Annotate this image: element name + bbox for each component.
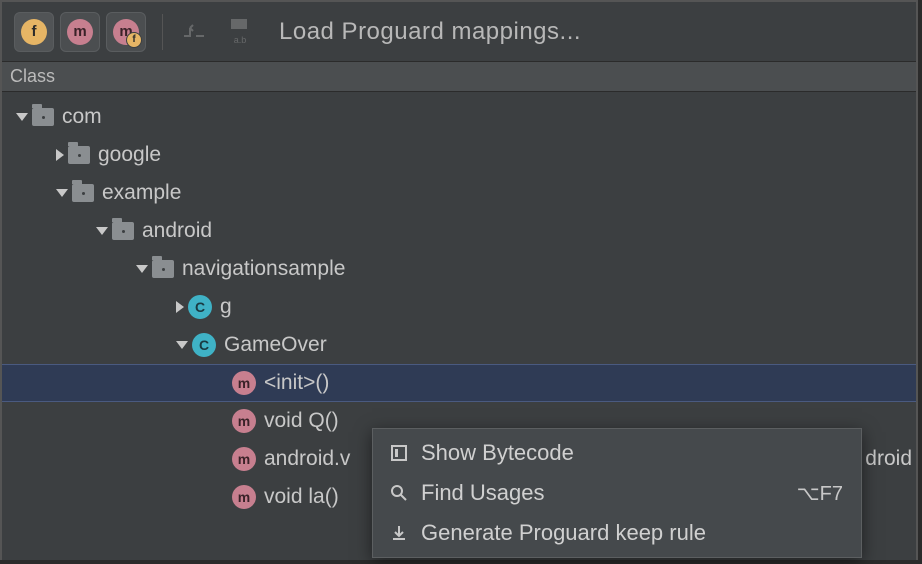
field-overlay-icon: f (126, 32, 142, 48)
context-menu-label: Find Usages (421, 480, 545, 506)
context-menu-shortcut: ⌥F7 (797, 481, 843, 506)
load-proguard-mappings-button[interactable]: Load Proguard mappings... (279, 18, 581, 46)
column-header: Class (2, 62, 916, 92)
toolbar-show-methods-button[interactable]: m (60, 12, 100, 52)
chevron-down-icon[interactable] (176, 341, 188, 349)
tree-node-package[interactable]: example (2, 174, 916, 212)
toolbar-separator (162, 14, 163, 50)
tree-node-label: android (142, 219, 212, 243)
chevron-down-icon[interactable] (136, 265, 148, 273)
download-icon (389, 523, 409, 543)
tree-node-method[interactable]: m <init>() (2, 364, 916, 402)
tree-node-label: android.v (264, 447, 350, 471)
method-icon: m (232, 485, 256, 509)
tree-node-package[interactable]: navigationsample (2, 250, 916, 288)
toolbar-deobfuscate-icon[interactable]: a.b (225, 17, 255, 47)
chevron-none (216, 453, 228, 465)
tree-node-label: <init>() (264, 371, 329, 395)
tree-node-label: navigationsample (182, 257, 345, 281)
tree-node-class[interactable]: C g (2, 288, 916, 326)
toolbar-show-referenced-button[interactable]: m f (106, 12, 146, 52)
context-menu-show-bytecode[interactable]: Show Bytecode (373, 433, 861, 473)
method-icon: m (232, 409, 256, 433)
context-menu-label: Show Bytecode (421, 440, 574, 466)
package-icon (152, 260, 174, 278)
class-icon: C (192, 333, 216, 357)
tree-node-label: example (102, 181, 181, 205)
column-header-class: Class (10, 66, 55, 87)
context-menu-find-usages[interactable]: Find Usages ⌥F7 (373, 473, 861, 513)
chevron-down-icon[interactable] (96, 227, 108, 235)
tree-node-package[interactable]: google (2, 136, 916, 174)
toolbar: f m m f a.b Load Proguard mappings... (2, 2, 916, 62)
field-icon: f (21, 19, 47, 45)
package-icon (32, 108, 54, 126)
chevron-right-icon[interactable] (56, 149, 64, 161)
chevron-none (216, 377, 228, 389)
context-menu-label: Generate Proguard keep rule (421, 520, 706, 546)
tree-node-label: void Q() (264, 409, 339, 433)
toolbar-package-tree-icon[interactable] (179, 17, 209, 47)
chevron-none (216, 491, 228, 503)
context-menu-generate-keep-rule[interactable]: Generate Proguard keep rule (373, 513, 861, 553)
tree-node-label: GameOver (224, 333, 327, 357)
tree-node-label: com (62, 105, 102, 129)
method-icon: m (232, 447, 256, 471)
tree-node-label-clipped: droid (865, 447, 912, 471)
class-icon: C (188, 295, 212, 319)
chevron-down-icon[interactable] (16, 113, 28, 121)
method-icon: m (67, 19, 93, 45)
tree-node-label: void la() (264, 485, 339, 509)
bytecode-icon (389, 443, 409, 463)
chevron-none (216, 415, 228, 427)
package-icon (112, 222, 134, 240)
tree-node-class[interactable]: C GameOver (2, 326, 916, 364)
chevron-right-icon[interactable] (176, 301, 184, 313)
chevron-down-icon[interactable] (56, 189, 68, 197)
tree-node-package[interactable]: com (2, 98, 916, 136)
search-icon (389, 483, 409, 503)
method-icon: m (232, 371, 256, 395)
toolbar-show-fields-button[interactable]: f (14, 12, 54, 52)
package-icon (72, 184, 94, 202)
apk-analyzer-panel: f m m f a.b Load Proguard mappings... Cl… (0, 0, 918, 560)
tree-node-label: g (220, 295, 232, 319)
context-menu: Show Bytecode Find Usages ⌥F7 Generate P… (372, 428, 862, 558)
package-icon (68, 146, 90, 164)
tree-node-package[interactable]: android (2, 212, 916, 250)
tree-node-label: google (98, 143, 161, 167)
